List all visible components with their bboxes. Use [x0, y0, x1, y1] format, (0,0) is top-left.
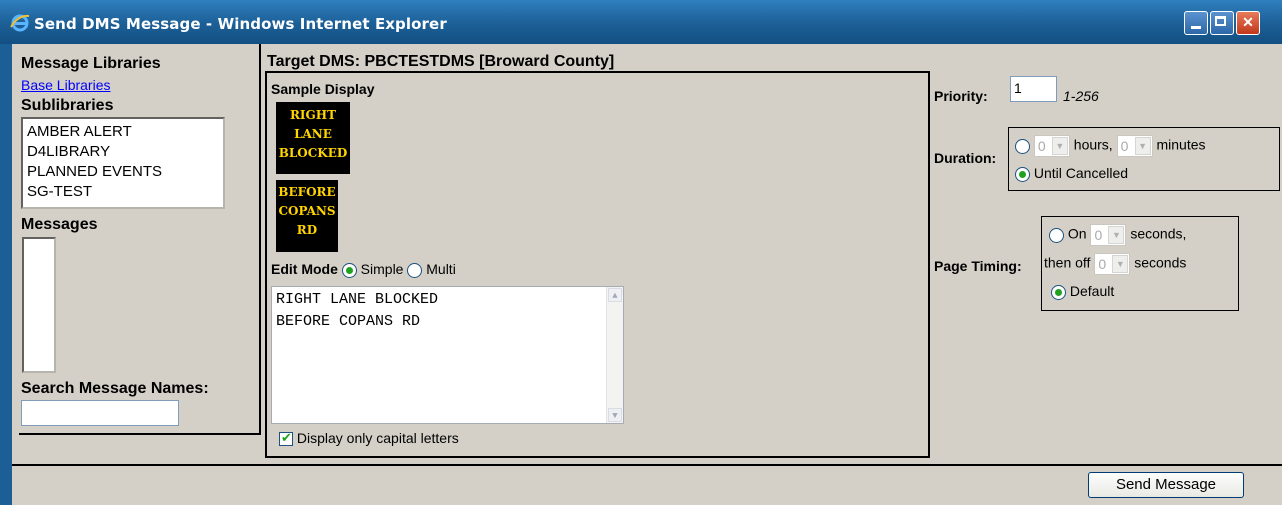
sublibraries-heading: Sublibraries — [21, 97, 114, 114]
maximize-button[interactable] — [1210, 11, 1234, 35]
page-on-seconds-select[interactable]: 0 ▼ — [1090, 224, 1127, 246]
duration-hours-select[interactable]: 0 ▼ — [1033, 135, 1070, 157]
edit-mode-multi-label: Multi — [426, 261, 456, 277]
message-line-1: RIGHT LANE BLOCKED — [276, 291, 439, 308]
search-message-names-label: Search Message Names: — [21, 380, 209, 397]
send-message-button[interactable]: Send Message — [1088, 472, 1244, 498]
window-title: Send DMS Message - Windows Internet Expl… — [34, 15, 447, 33]
page-timing-group: On 0 ▼ seconds, then off 0 ▼ seconds Defau… — [1041, 216, 1239, 311]
edit-mode-multi-radio[interactable] — [407, 262, 423, 278]
list-item[interactable]: AMBER ALERT — [23, 122, 223, 142]
target-dms-title: Target DMS: PBCTESTDMS [Broward County] — [267, 53, 615, 70]
edit-mode-label: Edit Mode — [271, 261, 338, 277]
list-item[interactable]: D4LIBRARY — [23, 142, 223, 162]
messages-heading: Messages — [21, 216, 98, 233]
minimize-button[interactable] — [1184, 11, 1208, 35]
seconds-label: seconds — [1134, 254, 1187, 271]
sample-display-label: Sample Display — [271, 81, 375, 97]
message-text-area[interactable]: RIGHT LANE BLOCKED BEFORE COPANS RD ▲ ▼ — [271, 286, 624, 424]
close-button[interactable]: ✕ — [1236, 11, 1260, 35]
page-timing-label: Page Timing: — [934, 258, 1022, 274]
messages-list[interactable] — [22, 237, 56, 373]
close-icon: ✕ — [1242, 14, 1254, 30]
footer-divider — [12, 464, 1282, 466]
page-timing-default-radio[interactable] — [1051, 284, 1066, 300]
message-editor-panel: Target DMS: PBCTESTDMS [Broward County] … — [265, 44, 932, 460]
page-on-label: On — [1067, 225, 1087, 242]
then-off-label: then off — [1044, 254, 1091, 271]
page-timing-on-radio[interactable] — [1049, 227, 1064, 243]
minimize-icon — [1191, 26, 1201, 29]
duration-timed-radio[interactable] — [1015, 138, 1030, 154]
message-line-2: BEFORE COPANS RD — [276, 313, 421, 330]
page-off-seconds-select[interactable]: 0 ▼ — [1094, 253, 1131, 275]
library-panel: Message Libraries Base Libraries Sublibr… — [19, 44, 261, 435]
message-options-panel: Priority: 1 1-256 Duration: 0 ▼ hours, 0 ▼… — [932, 44, 1282, 462]
window-client-area: Message Libraries Base Libraries Sublibr… — [12, 44, 1282, 505]
internet-explorer-icon — [10, 14, 30, 32]
capital-letters-label: Display only capital letters — [296, 430, 459, 446]
sublibraries-list[interactable]: AMBER ALERT D4LIBRARY PLANNED EVENTS SG-… — [21, 117, 225, 209]
chevron-down-icon: ▼ — [1051, 137, 1068, 155]
priority-input[interactable]: 1 — [1010, 76, 1057, 102]
minutes-label: minutes — [1156, 136, 1206, 153]
until-cancelled-label: Until Cancelled — [1033, 165, 1129, 181]
chevron-down-icon: ▼ — [1112, 255, 1129, 273]
duration-minutes-select[interactable]: 0 ▼ — [1116, 135, 1153, 157]
scroll-up-icon[interactable]: ▲ — [608, 288, 622, 302]
edit-mode-simple-radio[interactable] — [341, 262, 357, 278]
base-libraries-link[interactable]: Base Libraries — [21, 77, 111, 93]
message-editor-box: Sample Display RIGHT LANE BLOCKED BEFORE… — [265, 71, 930, 458]
capital-letters-checkbox[interactable] — [279, 430, 293, 447]
message-text-scrollbar[interactable]: ▲ ▼ — [606, 287, 623, 423]
edit-mode-simple-label: Simple — [360, 261, 404, 277]
priority-label: Priority: — [934, 88, 988, 104]
seconds-comma-label: seconds, — [1130, 225, 1187, 242]
sign-preview-page-1: RIGHT LANE BLOCKED — [276, 102, 350, 174]
scroll-down-icon[interactable]: ▼ — [608, 408, 622, 422]
list-item[interactable]: PLANNED EVENTS — [23, 162, 223, 182]
page-timing-default-label: Default — [1069, 283, 1115, 299]
list-item[interactable]: SG-TEST — [23, 182, 223, 202]
message-libraries-heading: Message Libraries — [21, 55, 161, 72]
chevron-down-icon: ▼ — [1108, 226, 1125, 244]
window-title-bar: Send DMS Message - Windows Internet Expl… — [0, 0, 1282, 44]
priority-range-hint: 1-256 — [1063, 88, 1099, 104]
chevron-down-icon: ▼ — [1134, 137, 1151, 155]
sign-preview-page-2: BEFORE COPANS RD — [276, 180, 338, 252]
window-left-border — [0, 44, 12, 505]
hours-label: hours, — [1073, 136, 1113, 153]
duration-group: 0 ▼ hours, 0 ▼ minutes Until Cancelled — [1008, 127, 1280, 191]
until-cancelled-radio[interactable] — [1015, 166, 1030, 182]
search-message-names-input[interactable] — [21, 400, 179, 426]
duration-label: Duration: — [934, 150, 997, 166]
maximize-icon — [1215, 16, 1226, 26]
